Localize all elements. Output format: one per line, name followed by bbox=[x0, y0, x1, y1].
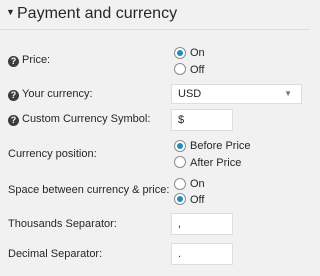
price-off-radio[interactable] bbox=[174, 63, 186, 75]
currency-position-label: Currency position: bbox=[8, 148, 97, 160]
currency-label-row: ? Your currency: bbox=[8, 88, 93, 101]
space-off-label[interactable]: Off bbox=[190, 194, 204, 206]
custom-symbol-input[interactable]: $ bbox=[171, 109, 233, 131]
price-on-radio[interactable] bbox=[174, 47, 186, 59]
payment-currency-panel: ▼ Payment and currency ? Price: On Off ? Yo… bbox=[0, 0, 310, 276]
space-off-radio[interactable] bbox=[174, 193, 186, 205]
section-header-payment-currency[interactable]: ▼ Payment and currency bbox=[6, 5, 177, 23]
position-after-radio[interactable] bbox=[174, 156, 186, 168]
section-divider bbox=[0, 29, 310, 30]
price-label-row: ? Price: bbox=[8, 54, 50, 67]
decimal-separator-label: Decimal Separator: bbox=[8, 248, 103, 260]
space-label: Space between currency & price: bbox=[8, 184, 170, 196]
thousands-separator-input[interactable]: , bbox=[171, 213, 233, 235]
custom-symbol-label: Custom Currency Symbol: bbox=[22, 113, 151, 125]
space-on-radio[interactable] bbox=[174, 178, 186, 190]
price-label: Price: bbox=[22, 54, 51, 66]
currency-label: Your currency: bbox=[22, 88, 93, 100]
help-icon[interactable]: ? bbox=[8, 56, 19, 67]
caret-down-icon: ▼ bbox=[6, 7, 15, 17]
custom-symbol-label-row: ? Custom Currency Symbol: bbox=[8, 113, 150, 126]
currency-select-value: USD bbox=[178, 88, 202, 100]
thousands-separator-label: Thousands Separator: bbox=[8, 218, 117, 230]
position-after-label[interactable]: After Price bbox=[190, 157, 241, 169]
price-off-label[interactable]: Off bbox=[190, 64, 204, 76]
help-icon[interactable]: ? bbox=[8, 90, 19, 101]
section-title: Payment and currency bbox=[17, 5, 178, 22]
price-on-label[interactable]: On bbox=[190, 47, 205, 59]
help-icon[interactable]: ? bbox=[8, 115, 19, 126]
decimal-separator-input[interactable]: . bbox=[171, 243, 233, 265]
currency-select[interactable]: USD ▼ bbox=[171, 84, 302, 104]
position-before-label[interactable]: Before Price bbox=[190, 140, 251, 152]
chevron-down-icon: ▼ bbox=[284, 89, 292, 98]
space-on-label[interactable]: On bbox=[190, 178, 205, 190]
position-before-radio[interactable] bbox=[174, 140, 186, 152]
